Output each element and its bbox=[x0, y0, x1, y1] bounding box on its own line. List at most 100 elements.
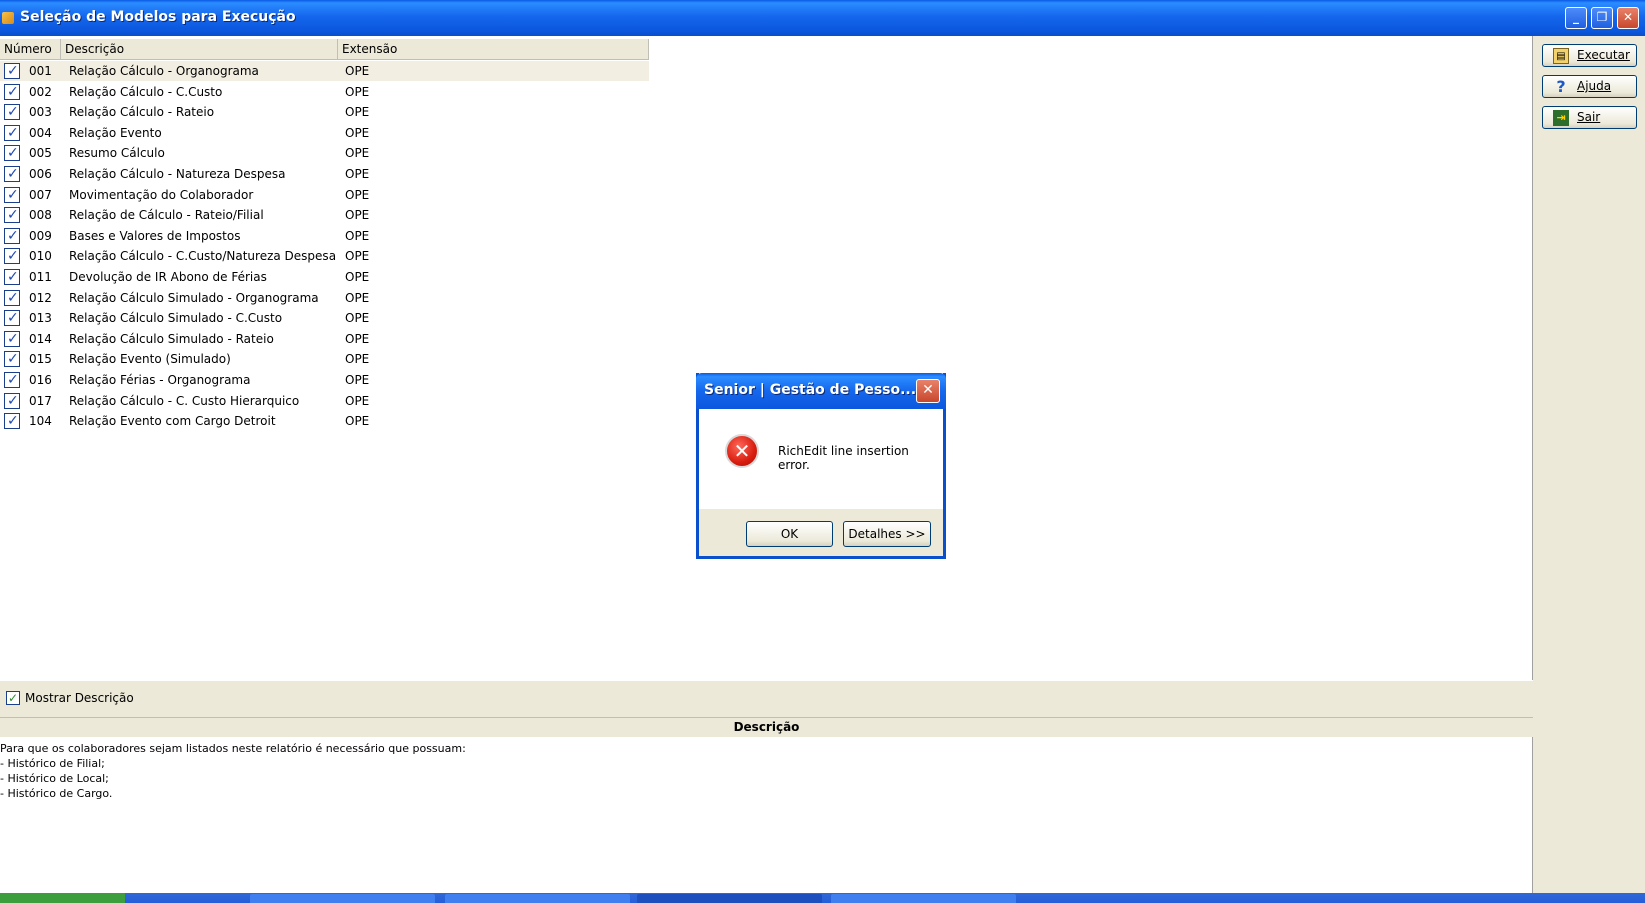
table-row[interactable]: ✓ 007 Movimentação do Colaborador OPE bbox=[0, 185, 649, 205]
execute-icon: ▤ bbox=[1553, 48, 1569, 64]
row-checkbox[interactable]: ✓ bbox=[4, 83, 20, 100]
restore-button[interactable]: ❐ bbox=[1591, 7, 1613, 29]
table-row[interactable]: ✓ 011 Devolução de IR Abono de Férias OPE bbox=[0, 267, 649, 287]
start-button[interactable] bbox=[0, 893, 125, 903]
execute-button[interactable]: ▤ Executar bbox=[1542, 44, 1637, 67]
row-description: Relação Cálculo - C.Custo bbox=[69, 84, 223, 99]
table-row[interactable]: ✓ 004 Relação Evento OPE bbox=[0, 123, 649, 143]
dialog-body: ✕ RichEdit line insertion error. bbox=[699, 409, 943, 509]
taskbar-item-active[interactable] bbox=[637, 894, 822, 903]
row-extension: OPE bbox=[345, 125, 370, 140]
row-checkbox[interactable]: ✓ bbox=[4, 413, 20, 430]
row-extension: OPE bbox=[345, 393, 370, 408]
close-button[interactable]: ✕ bbox=[1617, 7, 1639, 29]
table-row[interactable]: ✓ 016 Relação Férias - Organograma OPE bbox=[0, 370, 649, 390]
description-line: - Histórico de Filial; bbox=[0, 757, 105, 770]
table-row[interactable]: ✓ 006 Relação Cálculo - Natureza Despesa OP… bbox=[0, 164, 649, 184]
row-number: 016 bbox=[29, 373, 52, 387]
row-checkbox[interactable]: ✓ bbox=[4, 351, 20, 368]
row-number: 006 bbox=[29, 167, 52, 181]
show-description-checkbox[interactable]: ✓ bbox=[6, 691, 20, 705]
taskbar-item[interactable] bbox=[445, 894, 630, 903]
table-header: Número Descrição Extensão bbox=[0, 39, 649, 60]
checkmark-icon: ✓ bbox=[7, 289, 19, 306]
row-checkbox[interactable]: ✓ bbox=[4, 269, 20, 285]
row-extension: OPE bbox=[345, 167, 370, 181]
table-row[interactable]: ✓ 014 Relação Cálculo Simulado - Rateio OPE bbox=[0, 329, 649, 349]
table-row[interactable]: ✓ 001 Relação Cálculo - Organograma OPE bbox=[0, 61, 649, 81]
window-title: Seleção de Modelos para Execução bbox=[20, 9, 296, 25]
table-row[interactable]: ✓ 008 Relação de Cálculo - Rateio/Filial OP… bbox=[0, 205, 649, 225]
row-number: 010 bbox=[29, 249, 52, 264]
row-extension: OPE bbox=[345, 84, 370, 99]
row-checkbox[interactable]: ✓ bbox=[4, 124, 20, 141]
row-checkbox[interactable]: ✓ bbox=[4, 392, 20, 409]
row-number: 003 bbox=[29, 105, 52, 120]
description-line: - Histórico de Local; bbox=[0, 772, 109, 785]
row-description: Devolução de IR Abono de Férias bbox=[69, 270, 267, 284]
row-checkbox[interactable]: ✓ bbox=[4, 104, 20, 121]
details-button[interactable]: Detalhes >> bbox=[843, 521, 931, 547]
row-extension: OPE bbox=[345, 146, 370, 161]
column-header-number[interactable]: Número bbox=[0, 39, 61, 59]
row-number: 008 bbox=[29, 208, 52, 223]
row-checkbox[interactable]: ✓ bbox=[4, 207, 20, 224]
row-checkbox[interactable]: ✓ bbox=[4, 186, 20, 203]
checkmark-icon: ✓ bbox=[7, 392, 19, 409]
description-text[interactable]: Para que os colaboradores sejam listados… bbox=[0, 737, 1533, 893]
taskbar-item[interactable] bbox=[831, 894, 1016, 903]
checkmark-icon: ✓ bbox=[7, 166, 19, 182]
table-row[interactable]: ✓ 013 Relação Cálculo Simulado - C.Custo OP… bbox=[0, 308, 649, 328]
row-description: Relação Evento com Cargo Detroit bbox=[69, 414, 276, 429]
row-description: Relação Cálculo Simulado - C.Custo bbox=[69, 311, 283, 326]
table-row[interactable]: ✓ 003 Relação Cálculo - Rateio OPE bbox=[0, 102, 649, 122]
dialog-close-icon[interactable]: ✕ bbox=[916, 379, 940, 403]
exit-button[interactable]: ⇥ Sair bbox=[1542, 106, 1637, 129]
row-number: 007 bbox=[29, 187, 52, 202]
dialog-message: RichEdit line insertion error. bbox=[778, 444, 909, 472]
ok-button[interactable]: OK bbox=[746, 521, 833, 547]
dialog-title: Senior | Gestão de Pesso... bbox=[704, 382, 917, 398]
show-description-bar: ✓ Mostrar Descrição bbox=[0, 681, 1533, 717]
column-header-extension[interactable]: Extensão bbox=[338, 39, 649, 59]
dialog-title-bar[interactable]: Senior | Gestão de Pesso... ✕ bbox=[696, 373, 946, 409]
table-row[interactable]: ✓ 010 Relação Cálculo - C.Custo/Natureza D… bbox=[0, 246, 649, 266]
exit-button-label: Sair bbox=[1577, 110, 1601, 124]
row-checkbox[interactable]: ✓ bbox=[4, 145, 20, 162]
table-row[interactable]: ✓ 005 Resumo Cálculo OPE bbox=[0, 143, 649, 163]
row-checkbox[interactable]: ✓ bbox=[4, 248, 20, 265]
minimize-button[interactable]: _ bbox=[1565, 7, 1587, 29]
checkmark-icon: ✓ bbox=[7, 83, 19, 100]
table-row[interactable]: ✓ 002 Relação Cálculo - C.Custo OPE bbox=[0, 82, 649, 102]
row-checkbox[interactable]: ✓ bbox=[4, 289, 20, 306]
row-checkbox[interactable]: ✓ bbox=[4, 63, 20, 79]
row-checkbox[interactable]: ✓ bbox=[4, 166, 20, 182]
row-checkbox[interactable]: ✓ bbox=[4, 330, 20, 347]
row-extension: OPE bbox=[345, 270, 370, 284]
row-number: 104 bbox=[29, 414, 52, 429]
row-extension: OPE bbox=[345, 331, 370, 346]
row-extension: OPE bbox=[345, 290, 370, 305]
taskbar-item[interactable] bbox=[250, 894, 435, 903]
row-checkbox[interactable]: ✓ bbox=[4, 227, 20, 244]
checkmark-icon: ✓ bbox=[8, 691, 19, 705]
table-row[interactable]: ✓ 009 Bases e Valores de Impostos OPE bbox=[0, 226, 649, 246]
row-extension: OPE bbox=[345, 64, 370, 78]
table-row[interactable]: ✓ 104 Relação Evento com Cargo Detroit OPE bbox=[0, 411, 649, 431]
row-extension: OPE bbox=[345, 414, 370, 429]
title-bar[interactable]: Seleção de Modelos para Execução _ ❐ ✕ bbox=[0, 0, 1645, 36]
row-extension: OPE bbox=[345, 352, 370, 367]
row-number: 013 bbox=[29, 311, 52, 326]
help-button[interactable]: ? Ajuda bbox=[1542, 75, 1637, 98]
row-number: 015 bbox=[29, 352, 52, 367]
row-checkbox[interactable]: ✓ bbox=[4, 310, 20, 327]
column-header-description[interactable]: Descrição bbox=[61, 39, 338, 59]
row-number: 012 bbox=[29, 290, 52, 305]
row-description: Movimentação do Colaborador bbox=[69, 187, 254, 202]
row-checkbox[interactable]: ✓ bbox=[4, 372, 20, 388]
row-extension: OPE bbox=[345, 311, 370, 326]
table-row[interactable]: ✓ 017 Relação Cálculo - C. Custo Hierarqui… bbox=[0, 391, 649, 411]
table-row[interactable]: ✓ 015 Relação Evento (Simulado) OPE bbox=[0, 349, 649, 369]
show-description-label[interactable]: Mostrar Descrição bbox=[25, 691, 134, 705]
table-row[interactable]: ✓ 012 Relação Cálculo Simulado - Organogra… bbox=[0, 288, 649, 308]
